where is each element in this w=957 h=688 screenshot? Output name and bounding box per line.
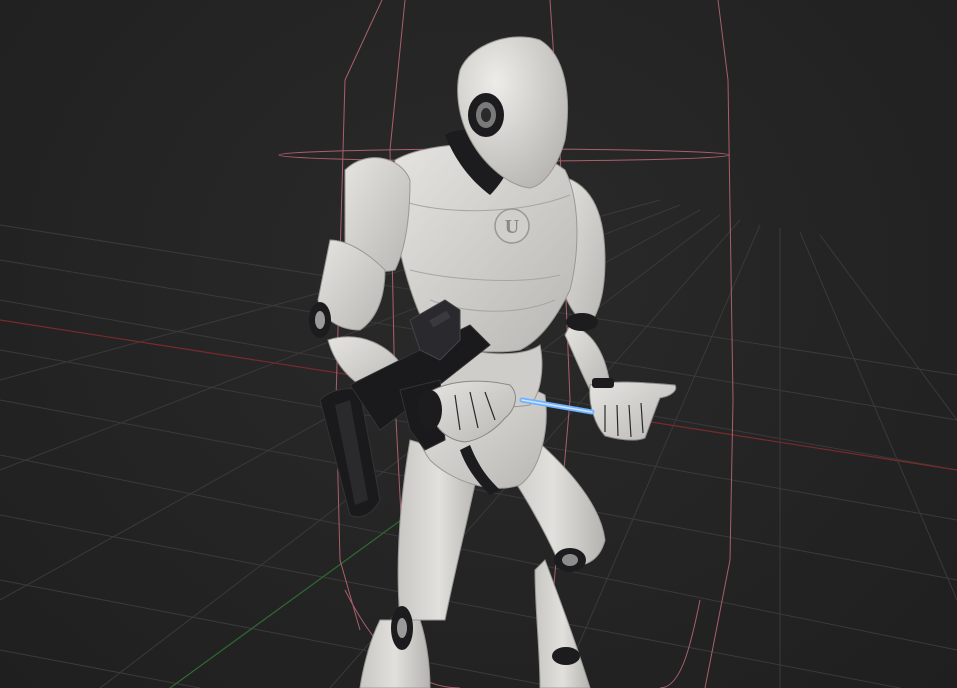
editor-viewport[interactable]: U	[0, 0, 957, 688]
viewport-canvas[interactable]: U	[0, 0, 957, 688]
open-hand	[589, 381, 677, 441]
chest-logo-glyph: U	[505, 216, 519, 238]
